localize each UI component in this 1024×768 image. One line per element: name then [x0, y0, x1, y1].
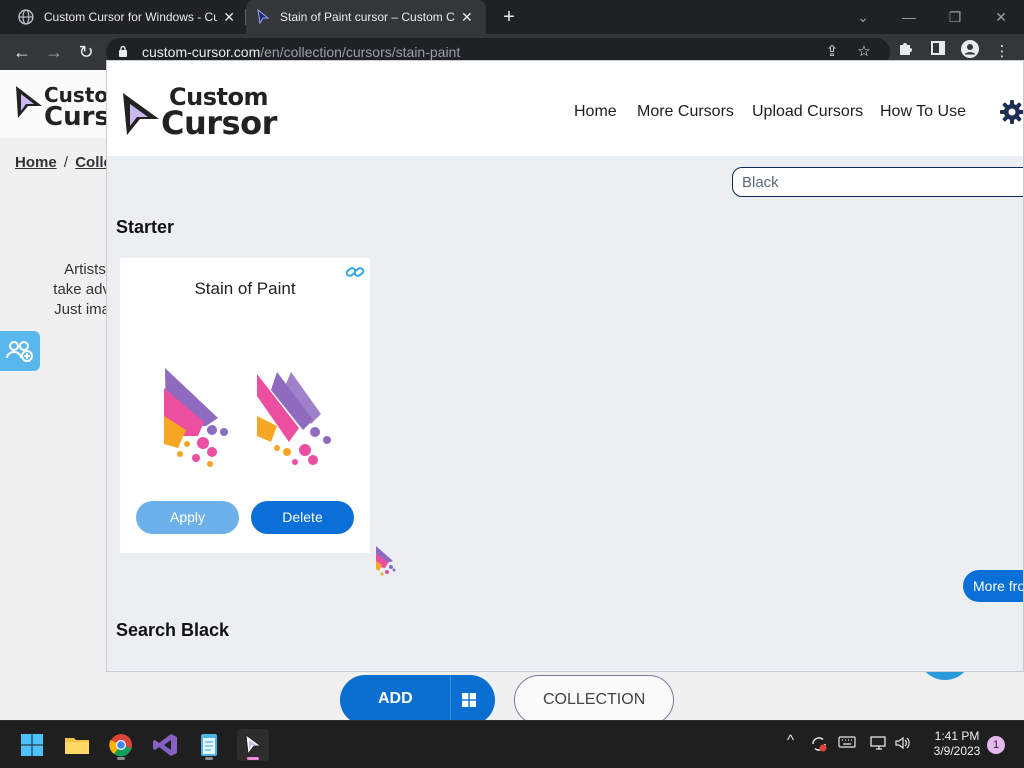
- breadcrumb-separator: /: [63, 154, 69, 171]
- active-indicator: [247, 757, 259, 760]
- nav-home[interactable]: Home: [574, 103, 617, 121]
- browser-tab-strip: Custom Cursor for Windows - Cu ✕ Stain o…: [0, 0, 1024, 34]
- tab-close-icon[interactable]: ✕: [223, 9, 235, 26]
- delete-button[interactable]: Delete: [251, 501, 354, 534]
- restore-button[interactable]: ❐: [932, 0, 978, 34]
- bg-logo-arrow-icon: [16, 86, 42, 118]
- custom-cursor-favicon-icon: [257, 9, 270, 25]
- extension-popup: Custom Cursor Home More Cursors Upload C…: [106, 60, 1024, 672]
- start-button[interactable]: [16, 729, 48, 761]
- tab-title: Stain of Paint cursor – Custom Cu: [280, 10, 455, 24]
- bg-paragraph-line: Just ima: [54, 301, 110, 318]
- url-path: /en/collection/cursors/stain-paint: [260, 44, 461, 60]
- tray-overflow-chevron-icon[interactable]: ^: [787, 732, 794, 749]
- logo-word-cursor: Cursor: [161, 104, 277, 142]
- url-text[interactable]: custom-cursor.com/en/collection/cursors/…: [142, 44, 460, 60]
- custom-cursor-logo[interactable]: Custom Cursor: [121, 85, 296, 139]
- notification-badge[interactable]: 1: [987, 736, 1005, 754]
- reload-icon[interactable]: ↻: [74, 40, 98, 64]
- logo-arrow-icon: [123, 93, 159, 135]
- minimize-button[interactable]: —: [886, 0, 932, 34]
- folder-icon: [65, 738, 89, 754]
- running-indicator: [205, 757, 213, 760]
- clock-date: 3/9/2023: [933, 744, 981, 758]
- new-tab-button[interactable]: +: [498, 4, 520, 30]
- tab-stain-of-paint[interactable]: Stain of Paint cursor – Custom Cu ✕: [246, 0, 486, 34]
- nav-upload-cursors[interactable]: Upload Cursors: [752, 103, 863, 121]
- tab-title: Custom Cursor for Windows - Cu: [43, 10, 218, 24]
- add-button[interactable]: ADD: [340, 675, 495, 720]
- breadcrumb-home-link[interactable]: Home: [15, 154, 57, 171]
- windows-logo-icon[interactable]: [462, 693, 476, 707]
- collection-button[interactable]: COLLECTION: [514, 675, 674, 720]
- running-indicator: [117, 757, 125, 760]
- clock-time: 1:41 PM: [934, 729, 980, 743]
- bg-intro-paragraph: Artists, take adv Just ima: [30, 260, 110, 320]
- sync-icon[interactable]: [810, 735, 828, 756]
- search-input[interactable]: [732, 167, 1023, 197]
- link-icon[interactable]: [345, 264, 365, 280]
- breadcrumb: Home / Collec: [15, 154, 120, 171]
- volume-icon[interactable]: [894, 735, 912, 754]
- bg-paragraph-line: take adv: [53, 281, 110, 298]
- cursor-card-title: Stain of Paint: [194, 279, 296, 298]
- tab-close-icon[interactable]: ✕: [461, 9, 473, 26]
- taskbar-visual-studio[interactable]: [149, 729, 181, 761]
- users-add-icon: [6, 341, 33, 362]
- taskbar-notepad[interactable]: [193, 729, 225, 761]
- globe-icon: [18, 9, 34, 25]
- search-results-title: Search Black: [116, 620, 230, 640]
- forward-arrow-icon[interactable]: →: [42, 40, 66, 64]
- visual-studio-icon: [153, 734, 177, 756]
- more-from-button[interactable]: More fro: [963, 570, 1023, 602]
- mouse-pointer-icon: [376, 546, 396, 576]
- close-window-button[interactable]: ✕: [978, 0, 1024, 34]
- popup-header: Custom Cursor Home More Cursors Upload C…: [107, 61, 1024, 156]
- windows-start-icon: [21, 734, 43, 756]
- taskbar-chrome[interactable]: [105, 729, 137, 761]
- taskbar-file-explorer[interactable]: [61, 729, 93, 761]
- keyboard-icon[interactable]: [838, 735, 856, 752]
- collection-button-label: COLLECTION: [543, 691, 646, 708]
- settings-gear-icon[interactable]: [999, 99, 1024, 125]
- bg-logo-text: Custo Curs: [44, 84, 110, 132]
- network-monitor-icon[interactable]: [870, 735, 888, 754]
- nav-how-to-use[interactable]: How To Use: [880, 103, 966, 121]
- nav-more-cursors[interactable]: More Cursors: [637, 103, 734, 121]
- bg-logo-line2: Curs: [44, 102, 110, 132]
- paint-hand-cursor-image: [257, 372, 331, 465]
- community-side-button[interactable]: [0, 331, 40, 371]
- taskbar-custom-cursor[interactable]: [237, 729, 269, 761]
- lock-icon: [119, 45, 127, 57]
- back-arrow-icon[interactable]: ←: [10, 40, 34, 64]
- apply-button[interactable]: Apply: [136, 501, 239, 534]
- starter-section-title: Starter: [116, 217, 175, 237]
- tab-custom-cursor-windows[interactable]: Custom Cursor for Windows - Cu ✕: [8, 0, 245, 34]
- url-host: custom-cursor.com: [142, 44, 261, 60]
- windows-taskbar: ^ 1:41 PM 3/9/2023 1: [0, 720, 1024, 768]
- add-button-divider: [450, 675, 451, 720]
- bg-paragraph-line: Artists,: [64, 261, 110, 278]
- tab-search-chevron-icon[interactable]: ⌄: [840, 0, 886, 34]
- cursor-card: Stain of Paint Apply Delete: [120, 258, 370, 553]
- taskbar-clock[interactable]: 1:41 PM 3/9/2023: [924, 729, 990, 759]
- paint-arrow-cursor-image: [164, 368, 228, 467]
- add-button-label: ADD: [378, 690, 413, 707]
